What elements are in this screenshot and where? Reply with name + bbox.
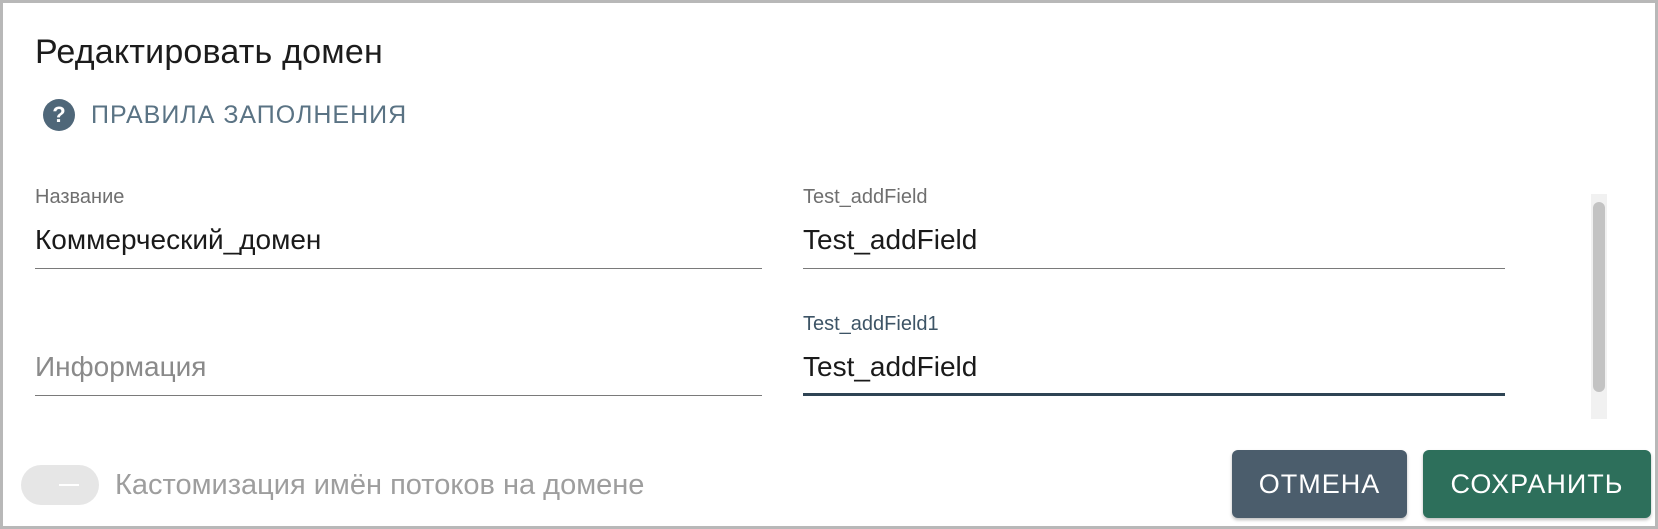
info-field[interactable]: Информация <box>35 343 762 403</box>
stream-names-customization-toggle[interactable]: Кастомизация имён потоков на домене <box>21 465 644 505</box>
toggle-switch[interactable] <box>21 465 99 505</box>
test-addfield1-underline <box>803 393 1505 396</box>
test-addfield1-value[interactable]: Test_addField <box>803 351 977 383</box>
dialog-title: Редактировать домен <box>35 33 383 71</box>
toggle-off-indicator-icon <box>59 484 79 486</box>
toggle-label: Кастомизация имён потоков на домене <box>115 468 645 501</box>
scrollbar-thumb[interactable] <box>1593 202 1605 392</box>
test-addfield1-label: Test_addField1 <box>803 313 939 335</box>
test-addfield-underline <box>803 268 1505 269</box>
info-field-underline <box>35 395 762 396</box>
filling-rules-label: ПРАВИЛА ЗАПОЛНЕНИЯ <box>91 100 408 129</box>
info-field-placeholder[interactable]: Информация <box>35 351 206 383</box>
edit-domain-dialog: Редактировать домен ? ПРАВИЛА ЗАПОЛНЕНИЯ… <box>0 0 1658 529</box>
test-addfield-label: Test_addField <box>803 186 928 208</box>
test-addfield1-field[interactable]: Test_addField1 Test_addField <box>803 313 1505 403</box>
name-field-underline <box>35 268 762 269</box>
cancel-button[interactable]: ОТМЕНА <box>1232 450 1407 518</box>
test-addfield-value[interactable]: Test_addField <box>803 224 977 256</box>
name-field-label: Название <box>35 186 125 208</box>
name-field-value[interactable]: Коммерческий_домен <box>35 224 321 256</box>
test-addfield-field[interactable]: Test_addField Test_addField <box>803 186 1505 276</box>
fields-scrollbar[interactable] <box>1591 194 1607 419</box>
name-field[interactable]: Название Коммерческий_домен <box>35 186 762 276</box>
help-circle-icon: ? <box>43 99 75 131</box>
save-button[interactable]: СОХРАНИТЬ <box>1423 450 1651 518</box>
filling-rules-link[interactable]: ? ПРАВИЛА ЗАПОЛНЕНИЯ <box>43 99 407 131</box>
